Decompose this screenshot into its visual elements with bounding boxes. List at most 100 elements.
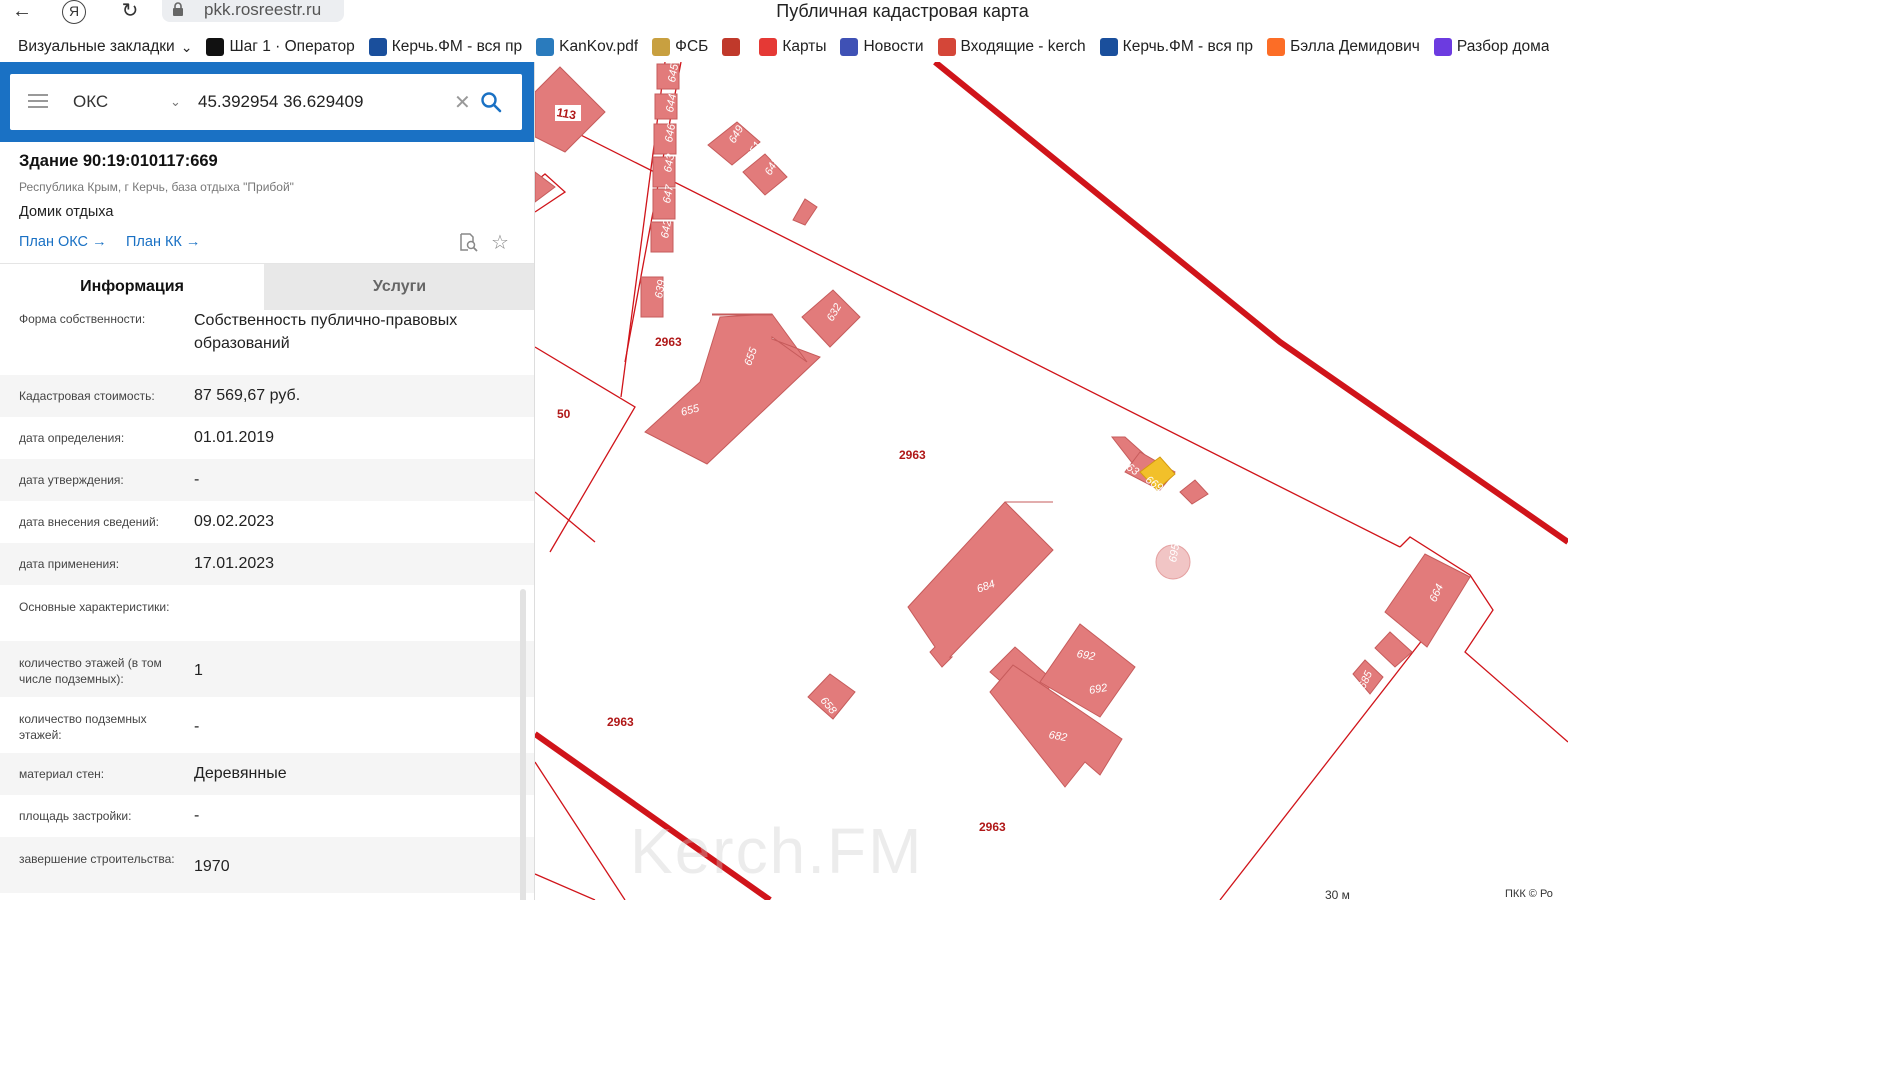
bookmark-item[interactable]: Визуальные закладки ⌄ <box>18 38 192 56</box>
fm-icon <box>368 38 387 56</box>
arrow-right-icon: → <box>92 234 107 250</box>
tab-information[interactable]: Информация <box>0 264 264 310</box>
tabs: Информация Услуги <box>0 263 534 310</box>
map-pin-icon <box>759 38 778 56</box>
address-bar[interactable]: pkk.rosreestr.ru <box>162 0 344 22</box>
info-row: дата определения: 01.01.2019 <box>0 417 534 459</box>
bookmark-label: Бэлла Демидович <box>1290 38 1420 55</box>
info-key: завершение строительства: <box>19 852 175 866</box>
s-icon <box>1433 38 1452 56</box>
tab-services[interactable]: Услуги <box>264 264 534 310</box>
info-key: Основные характеристики: <box>19 600 170 614</box>
yandex-icon[interactable]: Я <box>62 0 86 24</box>
search-box: ОКС ⌄ 45.392954 36.629409 ✕ <box>10 74 522 130</box>
bookmark-item[interactable]: Шаг 1 · Оператор <box>206 38 355 56</box>
info-row: материал стен: Деревянные <box>0 753 534 795</box>
bookmark-item[interactable]: Разбор дома <box>1433 38 1550 56</box>
url-text: pkk.rosreestr.ru <box>204 0 322 19</box>
plan-oks-link[interactable]: План ОКС → <box>19 234 107 250</box>
bookmark-label: Керчь.ФМ - вся пр <box>1122 38 1254 55</box>
search-icon[interactable] <box>480 91 502 113</box>
search-input[interactable]: 45.392954 36.629409 <box>198 92 363 112</box>
parcel-label-2963: 2963 <box>655 335 682 349</box>
bookmark-label: Визуальные закладки <box>18 38 175 55</box>
plan-oks-label: План ОКС <box>19 234 89 250</box>
object-title: Здание 90:19:010117:669 <box>19 152 218 170</box>
object-type: Домик отдыха <box>19 204 114 220</box>
object-address: Республика Крым, г Керчь, база отдыха "П… <box>19 180 294 194</box>
building-labels: 645 644 646 643 647 642 639 649 651 648 … <box>653 62 1446 744</box>
bookmark-item[interactable] <box>722 38 745 56</box>
pdf-globe-icon <box>536 38 555 56</box>
bookmark-item[interactable]: Бэлла Демидович <box>1267 38 1420 56</box>
gmail-icon <box>937 38 956 56</box>
bookmark-label: Новости <box>863 38 924 55</box>
info-value: 1970 <box>194 858 230 875</box>
parcel-boundaries <box>535 62 1568 900</box>
buildings <box>535 63 1471 788</box>
hamburger-menu-icon[interactable] <box>28 94 48 108</box>
info-value: 1 <box>194 662 203 679</box>
info-value: 09.02.2023 <box>194 513 275 530</box>
bookmark-item[interactable]: KanKov.pdf <box>536 38 638 56</box>
scrollbar[interactable] <box>520 589 526 900</box>
copyright-label: ПКК © Ро <box>1505 888 1553 900</box>
bookmark-item[interactable]: Карты <box>759 38 826 56</box>
info-row: ввод в эксплуатацию: <box>0 893 534 900</box>
search-header: ОКС ⌄ 45.392954 36.629409 ✕ ‹ <box>0 62 534 142</box>
bookmark-label: Разбор дома <box>1456 38 1550 55</box>
parcel-label-2963: 2963 <box>899 448 926 462</box>
info-panel: ОКС ⌄ 45.392954 36.629409 ✕ ‹ Здание 90:… <box>0 62 535 900</box>
object-type-select[interactable]: ОКС <box>73 92 108 112</box>
bookmarks-bar: Визуальные закладки ⌄ Шаг 1 · Оператор Керч… <box>0 34 1568 60</box>
info-key: дата применения: <box>19 557 120 571</box>
clear-icon[interactable]: ✕ <box>454 90 471 115</box>
star-icon[interactable]: ☆ <box>491 230 509 255</box>
info-value: - <box>194 471 200 488</box>
chevron-down-icon: ⌄ <box>180 38 193 55</box>
chevron-down-icon[interactable]: ⌄ <box>170 94 181 110</box>
plan-kk-link[interactable]: План КК → <box>126 234 200 250</box>
bookmark-item[interactable]: Новости <box>840 38 924 56</box>
step-icon <box>206 38 225 56</box>
fm-icon <box>1099 38 1118 56</box>
document-search-icon[interactable] <box>458 232 478 252</box>
parcel-label-2963: 2963 <box>607 715 634 729</box>
info-row: Форма собственности: Собственность публич… <box>0 309 534 375</box>
info-value: 01.01.2019 <box>194 429 275 446</box>
info-row: дата внесения сведений: 09.02.2023 <box>0 501 534 543</box>
info-value: 17.01.2023 <box>194 555 275 572</box>
info-row: Кадастровая стоимость: 87 569,67 руб. <box>0 375 534 417</box>
reload-icon[interactable]: ↻ <box>116 0 144 24</box>
bookmark-item[interactable]: Керчь.ФМ - вся пр <box>1099 38 1254 56</box>
info-row: дата утверждения: - <box>0 459 534 501</box>
info-key: Кадастровая стоимость: <box>19 389 155 403</box>
parcel-label-50: 50 <box>557 407 571 421</box>
bookmark-item[interactable]: Керчь.ФМ - вся пр <box>368 38 522 56</box>
back-arrow-icon[interactable]: ← <box>8 0 36 24</box>
bookmark-label: Карты <box>782 38 827 55</box>
info-row: количество этажей (в том числе подземных… <box>0 641 534 697</box>
page-title: Публичная кадастровая карта <box>776 1 1029 21</box>
news-icon <box>840 38 859 56</box>
info-row: дата применения: 17.01.2023 <box>0 543 534 585</box>
scale-label: 30 м <box>1325 888 1350 900</box>
info-key: количество этажей (в том числе подземных… <box>19 656 162 686</box>
info-key: Форма собственности: <box>19 312 146 326</box>
bookmark-item[interactable]: Входящие - kerch <box>937 38 1086 56</box>
info-value: Деревянные <box>194 765 287 782</box>
info-row: площадь застройки: - <box>0 795 534 837</box>
bookmark-item[interactable]: ФСБ <box>652 38 708 56</box>
crimea-emblem-icon <box>722 38 741 56</box>
info-key: материал стен: <box>19 767 105 781</box>
gitlab-icon <box>1267 38 1286 56</box>
info-row: Основные характеристики: <box>0 585 534 641</box>
map-canvas: 113 50 2963 2963 2963 2963 645 644 646 6… <box>535 62 1568 900</box>
info-row: завершение строительства: 1970 <box>0 837 534 893</box>
cadastral-map[interactable]: 113 50 2963 2963 2963 2963 645 644 646 6… <box>535 62 1568 900</box>
info-key: количество подземных этажей: <box>19 712 147 742</box>
info-value: - <box>194 718 200 735</box>
building-label: 639 <box>653 279 668 299</box>
info-value: 87 569,67 руб. <box>194 387 301 404</box>
bookmark-label: ФСБ <box>675 38 709 55</box>
